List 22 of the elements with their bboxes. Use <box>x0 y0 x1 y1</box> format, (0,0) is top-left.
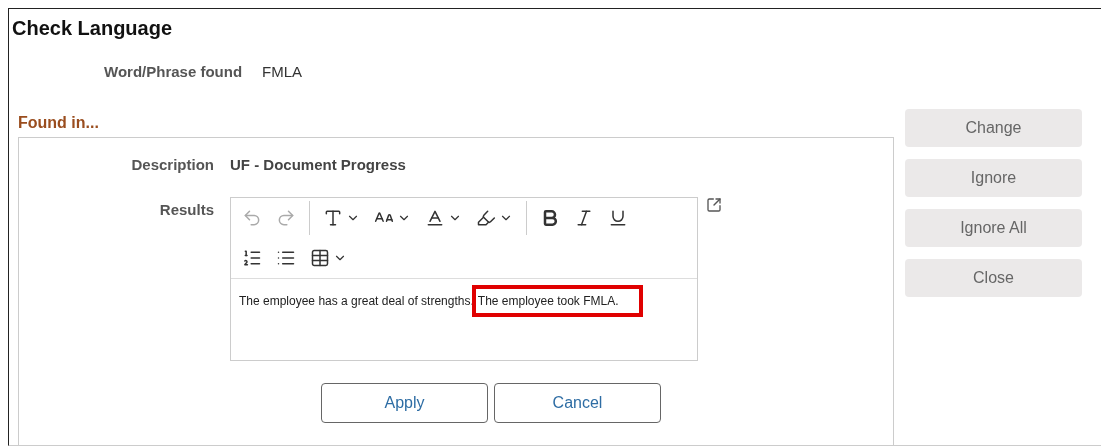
dialog-button[interactable]: Cancel <box>494 383 661 423</box>
redo-icon <box>276 208 296 228</box>
table-icon <box>310 248 330 268</box>
underline-icon <box>608 208 628 228</box>
text-color-icon <box>425 208 445 228</box>
field-value: FMLA <box>262 63 303 80</box>
undo-icon <box>242 208 262 228</box>
bullet-list-icon <box>276 248 296 268</box>
editor-text: The employee has a great deal of strengths. <box>239 293 474 310</box>
font-icon <box>323 208 343 228</box>
section-title: Found in... <box>18 114 100 132</box>
dialog-button[interactable]: Apply <box>321 383 488 423</box>
field-label: Results <box>158 201 214 218</box>
field-label: Word/Phrase found <box>104 63 243 80</box>
field-label: Description <box>130 156 214 173</box>
italic-icon <box>574 208 594 228</box>
window-title: Check Language <box>12 17 174 40</box>
highlighter-icon <box>476 208 496 228</box>
rich-text-editor[interactable]: The employee has a great deal of strengths. The employee took FMLA. <box>230 197 698 361</box>
field-value: UF - Document Progress <box>230 156 407 173</box>
popout-icon[interactable] <box>706 197 722 213</box>
numbered-list-icon <box>242 248 262 268</box>
